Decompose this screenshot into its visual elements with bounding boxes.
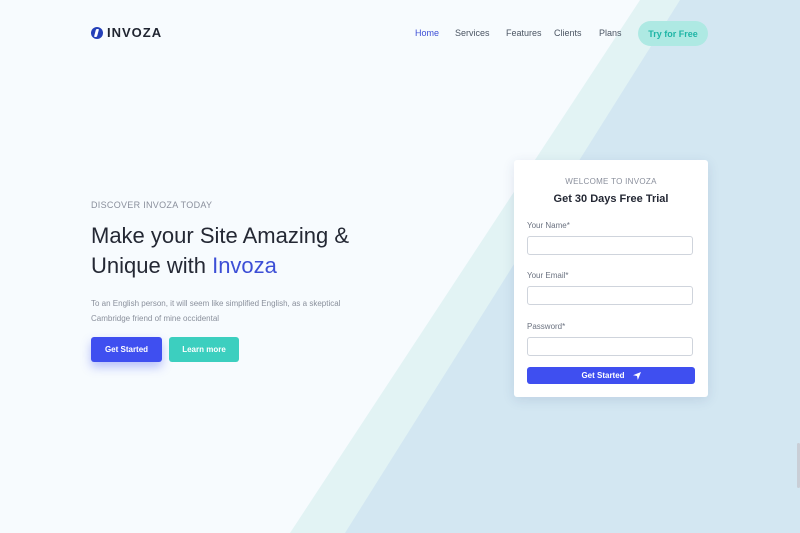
hero-eyebrow: DISCOVER INVOZA TODAY (91, 200, 213, 210)
hero-headline: Make your Site Amazing & Unique with Inv… (91, 221, 401, 281)
card-title: Get 30 Days Free Trial (553, 193, 669, 205)
nav-item-features[interactable]: Features (506, 28, 554, 38)
top-navbar: INVOZA Home Services Features Clients Pl… (0, 0, 800, 66)
nav-item-clients[interactable]: Clients (554, 28, 599, 38)
headline-line-2: Unique with Invoza (91, 251, 401, 281)
name-field[interactable] (527, 236, 693, 255)
hero-description: To an English person, it will seem like … (91, 299, 341, 323)
nav-item-home[interactable]: Home (415, 28, 455, 38)
card-eyebrow: WELCOME TO INVOZA (565, 177, 657, 186)
learn-more-button[interactable]: Learn more (169, 337, 239, 362)
password-label: Password* (527, 322, 566, 331)
headline-line-1: Make your Site Amazing & (91, 223, 350, 248)
headline-accent: Invoza (212, 253, 277, 278)
nav-item-plans[interactable]: Plans (599, 28, 634, 38)
email-label: Your Email* (527, 271, 569, 280)
send-icon (632, 371, 641, 380)
main-menu: Home Services Features Clients Plans (415, 28, 634, 38)
logo-mark-icon (91, 26, 103, 39)
try-for-free-button[interactable]: Try for Free (638, 21, 708, 46)
signup-card: WELCOME TO INVOZA Get 30 Days Free Trial… (514, 160, 708, 397)
password-field[interactable] (527, 337, 693, 356)
card-get-started-button[interactable]: Get Started (527, 367, 695, 384)
headline-prefix: Unique with (91, 253, 213, 278)
nav-item-services[interactable]: Services (455, 28, 506, 38)
email-field[interactable] (527, 286, 693, 305)
card-submit-label: Get Started (581, 371, 625, 380)
get-started-button[interactable]: Get Started (91, 337, 162, 362)
hero-section: DISCOVER INVOZA TODAY Make your Site Ama… (91, 200, 401, 326)
brand-name: INVOZA (107, 25, 163, 40)
brand-logo[interactable]: INVOZA (91, 25, 162, 40)
name-label: Your Name* (527, 221, 570, 230)
